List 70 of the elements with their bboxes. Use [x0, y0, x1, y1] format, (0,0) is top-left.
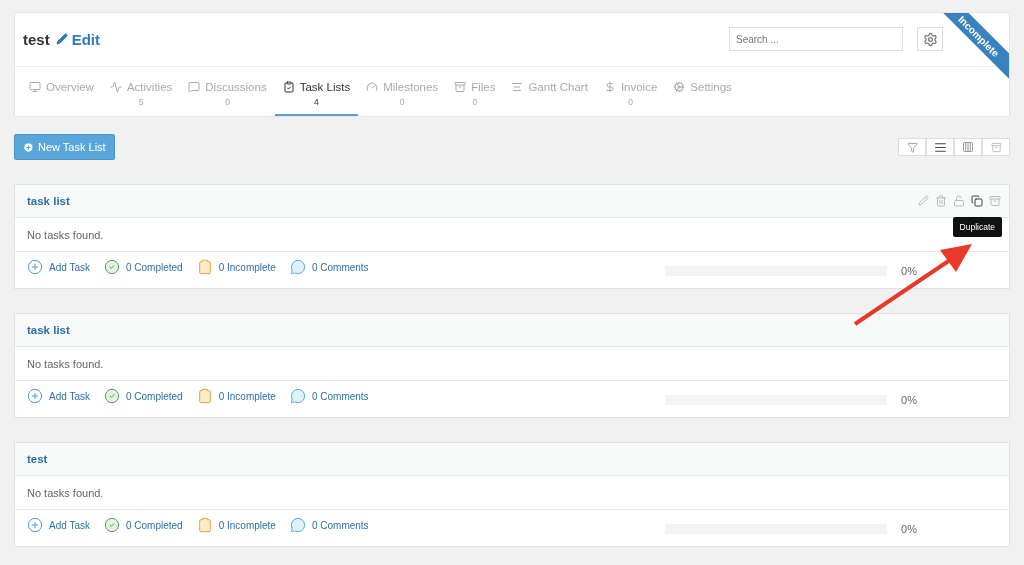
task-list-title[interactable]: task list — [27, 195, 70, 207]
comments-link[interactable]: 0 Comments — [289, 517, 369, 533]
list-icon — [933, 140, 947, 154]
progress-reading: 0% — [901, 523, 917, 535]
task-list-title[interactable]: task list — [27, 324, 70, 336]
add-task-link[interactable]: Add Task — [27, 259, 90, 275]
plus-icon — [27, 259, 43, 275]
check-icon — [103, 517, 120, 533]
empty-message: No tasks found. — [27, 357, 104, 370]
search-field[interactable]: Search ... — [729, 27, 903, 52]
task-list-title[interactable]: test — [27, 453, 48, 465]
chart-icon — [109, 80, 122, 93]
clipboard-icon — [196, 388, 213, 404]
tab[interactable]: Task Lists 4 — [274, 66, 359, 116]
unlock-icon[interactable] — [953, 195, 965, 207]
gauge-icon — [366, 80, 379, 93]
columns-icon — [962, 141, 974, 153]
plus-icon — [27, 517, 43, 533]
speech-bubble-icon — [289, 517, 306, 533]
chat-icon — [188, 80, 201, 93]
tab-count: 5 — [138, 96, 144, 107]
box-icon — [454, 80, 467, 93]
speech-bubble-icon — [289, 388, 306, 404]
completed-link[interactable]: 0 Completed — [103, 517, 183, 533]
gear-icon — [673, 80, 686, 93]
box-icon[interactable] — [989, 195, 1001, 207]
edit-link[interactable]: Edit — [55, 31, 101, 48]
progress-reading: 0% — [901, 394, 917, 406]
empty-message: No tasks found. — [27, 228, 104, 241]
speech-bubble-icon — [289, 259, 306, 275]
archive-button[interactable] — [982, 138, 1010, 156]
incomplete-link[interactable]: 0 Incomplete — [196, 388, 276, 404]
clipboard-icon — [196, 517, 213, 533]
pencil-icon — [55, 33, 68, 46]
filter-icon — [906, 141, 918, 153]
incomplete-link[interactable]: 0 Incomplete — [196, 517, 276, 533]
filter-button[interactable] — [898, 138, 926, 156]
comments-link[interactable]: 0 Comments — [289, 259, 369, 275]
tab-count: 0 — [225, 96, 230, 107]
monitor-icon — [29, 80, 41, 93]
add-task-link[interactable]: Add Task — [27, 517, 90, 533]
check-icon — [103, 259, 120, 275]
clipboard-icon — [282, 80, 295, 93]
pencil-icon[interactable] — [918, 195, 929, 207]
trash-icon[interactable] — [935, 195, 947, 207]
dollar-icon — [603, 80, 616, 93]
check-icon — [103, 388, 120, 404]
plus-icon — [27, 388, 43, 404]
settings-button[interactable] — [917, 27, 943, 52]
settings-icon — [922, 32, 938, 47]
add-task-link[interactable]: Add Task — [27, 388, 90, 404]
clipboard-icon — [196, 259, 213, 275]
progress-reading: 0% — [901, 265, 917, 277]
comments-link[interactable]: 0 Comments — [289, 388, 369, 404]
tooltip: Duplicate — [952, 217, 1002, 237]
tab-count: 0 — [399, 96, 405, 107]
project-title: test — [23, 31, 50, 48]
board-view-button[interactable] — [954, 138, 982, 156]
tab-count: 4 — [314, 96, 319, 107]
tab-count: 0 — [472, 96, 478, 107]
completed-link[interactable]: 0 Completed — [103, 259, 183, 275]
tab-count: 0 — [628, 96, 633, 107]
completed-link[interactable]: 0 Completed — [103, 388, 183, 404]
copy-icon[interactable] — [971, 195, 983, 207]
box-icon — [990, 141, 1002, 153]
list-view-button[interactable] — [926, 138, 954, 156]
lines-icon — [511, 80, 524, 93]
incomplete-link[interactable]: 0 Incomplete — [196, 259, 276, 275]
plus-icon — [23, 141, 34, 153]
empty-message: No tasks found. — [27, 486, 104, 499]
